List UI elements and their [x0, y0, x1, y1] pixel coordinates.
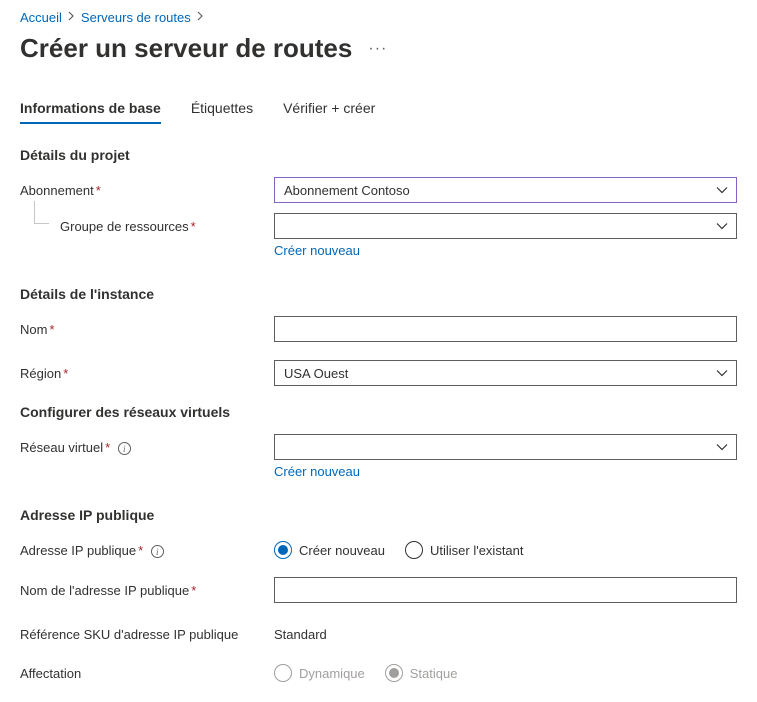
chevron-right-icon [68, 11, 75, 24]
label-public-ip-name: Nom de l'adresse IP publique* [20, 577, 274, 598]
chevron-right-icon [197, 11, 204, 24]
label-assignment: Affectation [20, 660, 274, 681]
page-title-row: Créer un serveur de routes ··· [20, 33, 737, 64]
subscription-select[interactable]: Abonnement Contoso [274, 177, 737, 203]
required-indicator: * [191, 219, 196, 234]
public-ip-name-input[interactable] [274, 577, 737, 603]
section-configure-vnet: Configurer des réseaux virtuels [20, 404, 737, 420]
breadcrumb: Accueil Serveurs de routes [20, 10, 737, 25]
section-public-ip: Adresse IP publique [20, 507, 737, 523]
radio-icon [385, 664, 403, 682]
breadcrumb-home[interactable]: Accueil [20, 10, 62, 25]
resource-group-select[interactable] [274, 213, 737, 239]
radio-icon [274, 541, 292, 559]
label-resource-group: Groupe de ressources* [20, 213, 274, 234]
tabs: Informations de base Étiquettes Vérifier… [20, 94, 737, 125]
required-indicator: * [105, 440, 110, 455]
label-region: Région* [20, 360, 274, 381]
tab-review[interactable]: Vérifier + créer [283, 94, 375, 124]
label-name: Nom* [20, 316, 274, 337]
label-public-ip: Adresse IP publique* i [20, 537, 274, 558]
section-project-details: Détails du projet [20, 147, 737, 163]
info-icon[interactable]: i [151, 545, 164, 558]
label-public-ip-sku: Référence SKU d'adresse IP publique [20, 621, 274, 642]
radio-dynamic: Dynamique [274, 664, 365, 682]
section-instance-details: Détails de l'instance [20, 286, 737, 302]
create-new-resource-group-link[interactable]: Créer nouveau [274, 243, 360, 258]
tab-tags[interactable]: Étiquettes [191, 94, 253, 124]
name-input[interactable] [274, 316, 737, 342]
more-actions-button[interactable]: ··· [368, 40, 387, 58]
public-ip-sku-value: Standard [274, 621, 737, 642]
vnet-select[interactable] [274, 434, 737, 460]
chevron-down-icon [716, 440, 728, 455]
radio-static: Statique [385, 664, 458, 682]
chevron-down-icon [716, 366, 728, 381]
required-indicator: * [191, 583, 196, 598]
chevron-down-icon [716, 219, 728, 234]
chevron-down-icon [716, 183, 728, 198]
radio-icon [274, 664, 292, 682]
breadcrumb-parent[interactable]: Serveurs de routes [81, 10, 191, 25]
label-subscription: Abonnement* [20, 177, 274, 198]
radio-create-new[interactable]: Créer nouveau [274, 541, 385, 559]
public-ip-radio-group: Créer nouveau Utiliser l'existant [274, 537, 737, 559]
radio-use-existing[interactable]: Utiliser l'existant [405, 541, 524, 559]
page-title: Créer un serveur de routes [20, 33, 352, 64]
required-indicator: * [96, 183, 101, 198]
required-indicator: * [49, 322, 54, 337]
create-new-vnet-link[interactable]: Créer nouveau [274, 464, 360, 479]
radio-icon [405, 541, 423, 559]
label-vnet: Réseau virtuel* i [20, 434, 274, 455]
assignment-radio-group: Dynamique Statique [274, 660, 737, 682]
required-indicator: * [138, 543, 143, 558]
info-icon[interactable]: i [118, 442, 131, 455]
required-indicator: * [63, 366, 68, 381]
region-select[interactable]: USA Ouest [274, 360, 737, 386]
tab-basics[interactable]: Informations de base [20, 94, 161, 124]
